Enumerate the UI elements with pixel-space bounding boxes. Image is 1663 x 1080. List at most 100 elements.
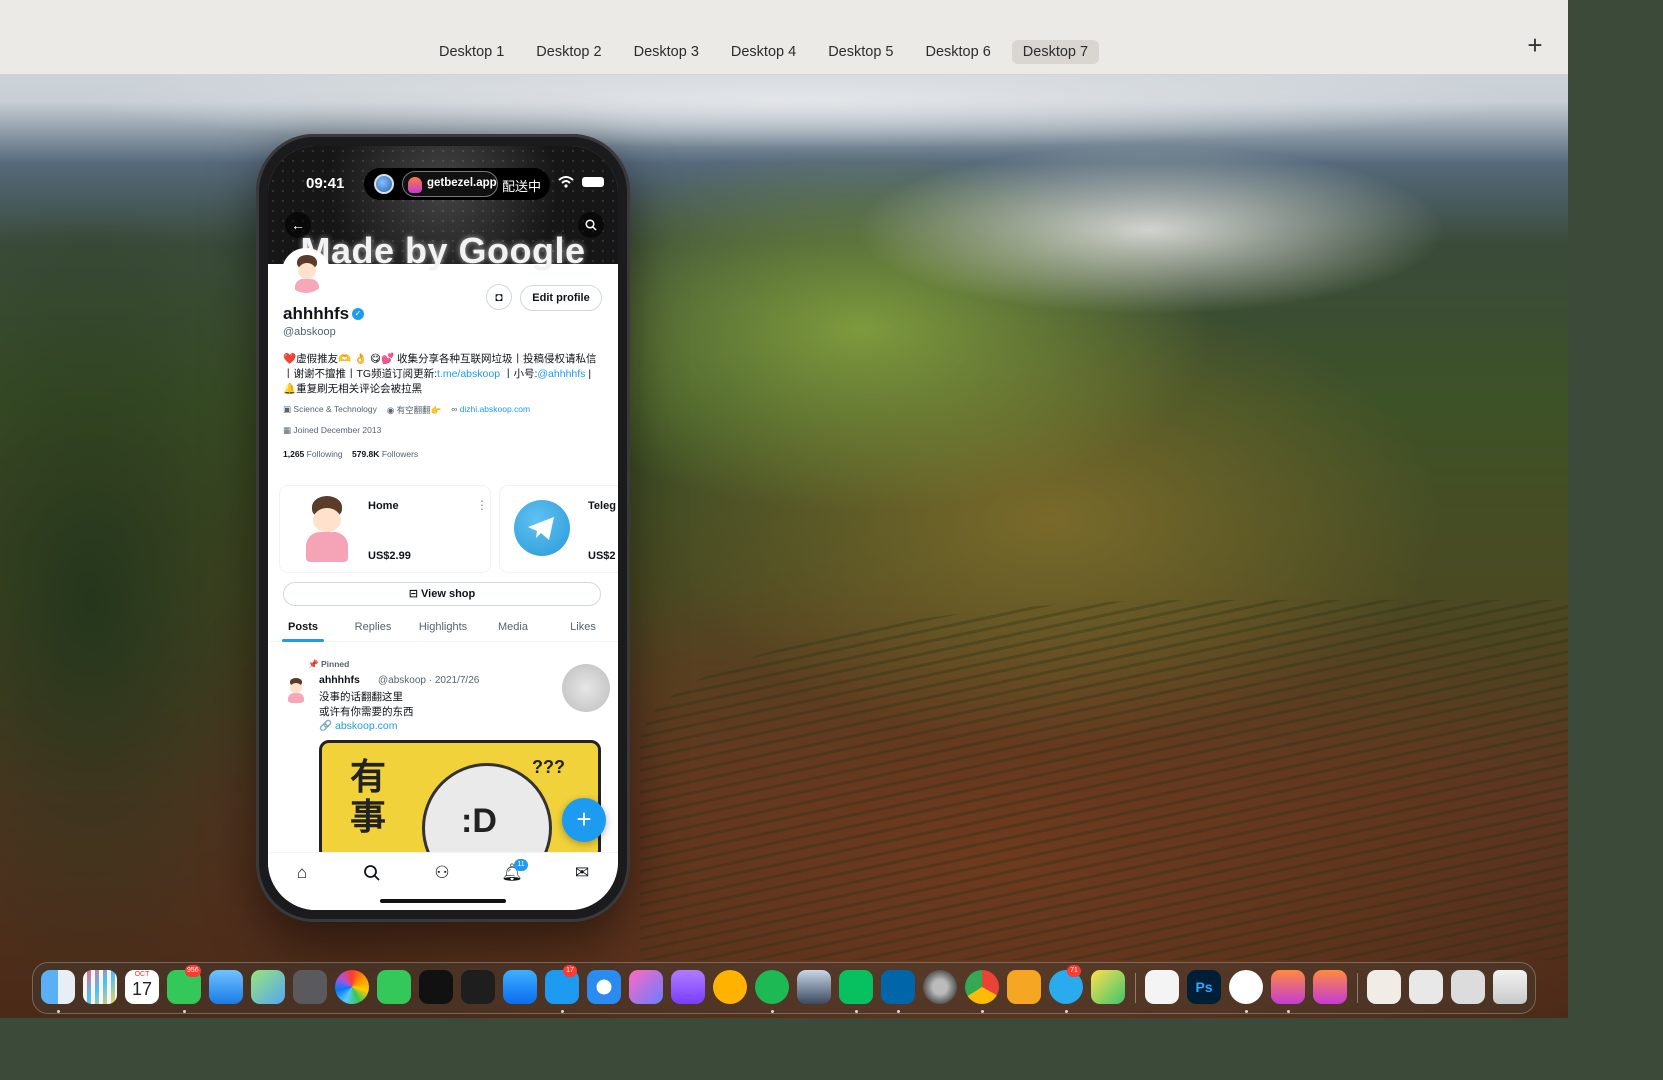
profile-avatar[interactable] <box>282 248 330 296</box>
screenshots-stack-icon[interactable] <box>1451 970 1485 1004</box>
documents-stack-icon[interactable] <box>1409 970 1443 1004</box>
bezel-app-icon <box>408 177 422 193</box>
avatar-face <box>298 263 316 279</box>
screen-sharing-icon[interactable] <box>797 970 831 1004</box>
category-item: ▣ Science & Technology <box>283 404 377 416</box>
downloader-icon[interactable] <box>671 970 705 1004</box>
space-tab-desktop-2[interactable]: Desktop 2 <box>525 40 612 64</box>
briefcase-icon: ▣ <box>283 404 294 414</box>
post-image-question-marks: ??? <box>532 757 565 777</box>
home-icon[interactable]: ⌂ <box>290 861 314 885</box>
shop-item-card[interactable]: Home US$2.99 ⋮ <box>280 486 490 572</box>
app-icon[interactable] <box>1091 970 1125 1004</box>
website-link[interactable]: dizhi.abskoop.com <box>460 404 530 414</box>
cloud-app-icon[interactable] <box>1229 970 1263 1004</box>
edit-profile-button[interactable]: Edit profile <box>520 285 602 311</box>
post-text-line: 或许有你需要的东西 <box>319 706 414 718</box>
downloads-stack-icon[interactable] <box>1367 970 1401 1004</box>
search-button[interactable] <box>578 212 604 238</box>
facetime-icon[interactable] <box>377 970 411 1004</box>
more-vertical-icon[interactable]: ⋮ <box>476 498 488 512</box>
safari-icon[interactable] <box>587 970 621 1004</box>
activity-monitor-icon[interactable] <box>419 970 453 1004</box>
photoshop-label: Ps <box>1195 979 1213 995</box>
dock-separator <box>1135 973 1136 1003</box>
post-avatar[interactable] <box>282 676 310 704</box>
bezel-icon[interactable] <box>1313 970 1347 1004</box>
joined-label: Joined December 2013 <box>293 425 382 435</box>
following-label: Following <box>306 449 343 459</box>
calculator-icon[interactable] <box>293 970 327 1004</box>
space-tab-desktop-7[interactable]: Desktop 7 <box>1011 40 1100 64</box>
app-icon[interactable] <box>713 970 747 1004</box>
chrome-icon[interactable] <box>965 970 999 1004</box>
tab-highlights[interactable]: Highlights <box>408 612 478 641</box>
running-indicator <box>855 1010 858 1013</box>
wifi-icon <box>558 176 574 188</box>
finder-icon[interactable] <box>41 970 75 1004</box>
camera-button[interactable]: ◘ <box>486 284 512 310</box>
spaces-bar: Desktop 1 Desktop 2 Desktop 3 Desktop 4 … <box>0 0 1568 75</box>
tab-replies[interactable]: Replies <box>338 612 408 641</box>
phone-screen: Made by Google 09:41 getbezel.app 配送中 ← <box>268 146 618 910</box>
photoshop-icon[interactable]: Ps <box>1187 970 1221 1004</box>
bezel-icon[interactable] <box>1271 970 1305 1004</box>
tab-media[interactable]: Media <box>478 612 548 641</box>
image-face <box>313 508 341 532</box>
space-tab-desktop-6[interactable]: Desktop 6 <box>914 40 1001 64</box>
calendar-month: OCT <box>134 971 150 978</box>
view-shop-button[interactable]: ⊟ View shop <box>283 582 601 606</box>
tab-posts[interactable]: Posts <box>268 612 338 642</box>
bio-link-telegram[interactable]: t.me/abskoop <box>437 368 500 380</box>
back-button[interactable]: ← <box>285 212 311 238</box>
calendar-day: 17 <box>131 979 153 999</box>
telegram-badge: 71 <box>1067 965 1081 977</box>
textedit-icon[interactable] <box>1145 970 1179 1004</box>
island-url-pill[interactable]: getbezel.app <box>402 171 498 197</box>
category-label: Science & Technology <box>293 404 377 414</box>
wechat-icon[interactable] <box>839 970 873 1004</box>
calendar-icon[interactable]: OCT 17 <box>125 970 159 1004</box>
app-icon[interactable] <box>629 970 663 1004</box>
launchpad-icon[interactable] <box>83 970 117 1004</box>
trash-icon[interactable] <box>1493 970 1527 1004</box>
space-tab-desktop-3[interactable]: Desktop 3 <box>623 40 710 64</box>
status-time: 09:41 <box>306 175 345 192</box>
maps-icon[interactable] <box>251 970 285 1004</box>
followers-link[interactable]: 579.8K Followers <box>352 449 418 459</box>
space-tab-desktop-5[interactable]: Desktop 5 <box>817 40 904 64</box>
link-icon: 🔗 <box>319 720 333 732</box>
add-space-button[interactable]: + <box>1522 32 1548 58</box>
system-settings-icon[interactable] <box>923 970 957 1004</box>
app-store-icon[interactable] <box>503 970 537 1004</box>
post-link[interactable]: 🔗 abskoop.com <box>319 719 397 732</box>
spotify-icon[interactable] <box>755 970 789 1004</box>
vscode-icon[interactable] <box>881 970 915 1004</box>
tab-likes[interactable]: Likes <box>548 612 618 641</box>
communities-icon[interactable]: ⚇ <box>430 861 454 885</box>
profile-handle: @abskoop <box>283 326 336 338</box>
dynamic-island[interactable]: getbezel.app 配送中 <box>364 168 550 200</box>
floating-assistive-touch[interactable] <box>562 664 610 712</box>
space-tab-desktop-1[interactable]: Desktop 1 <box>428 40 515 64</box>
battery-icon <box>582 177 604 187</box>
mail-icon[interactable] <box>209 970 243 1004</box>
post-image[interactable]: 有事 :D ??? <box>319 740 601 860</box>
compose-post-button[interactable]: + <box>562 798 606 842</box>
view-shop-label: View shop <box>421 588 476 600</box>
website-item[interactable]: ∞ dizhi.abskoop.com <box>451 404 530 416</box>
shop-item-card[interactable]: Teleg US$2 <box>500 486 618 572</box>
home-indicator[interactable] <box>380 899 506 903</box>
app-icon[interactable] <box>1007 970 1041 1004</box>
search-icon[interactable] <box>360 861 384 885</box>
mail-icon[interactable]: ✉ <box>570 861 594 885</box>
bio-link-alt-account[interactable]: @ahhhhfs <box>537 368 585 380</box>
post-link-text[interactable]: abskoop.com <box>335 720 397 732</box>
photos-icon[interactable] <box>335 970 369 1004</box>
pinned-label: 📌 Pinned <box>308 659 349 670</box>
space-tab-desktop-4[interactable]: Desktop 4 <box>720 40 807 64</box>
post-author[interactable]: ahhhhfs <box>319 674 360 686</box>
terminal-icon[interactable] <box>461 970 495 1004</box>
profile-meta: ▣ Science & Technology ◉ 有空翻翻👉 ∞ dizhi.a… <box>283 404 605 416</box>
following-link[interactable]: 1,265 Following <box>283 449 343 459</box>
